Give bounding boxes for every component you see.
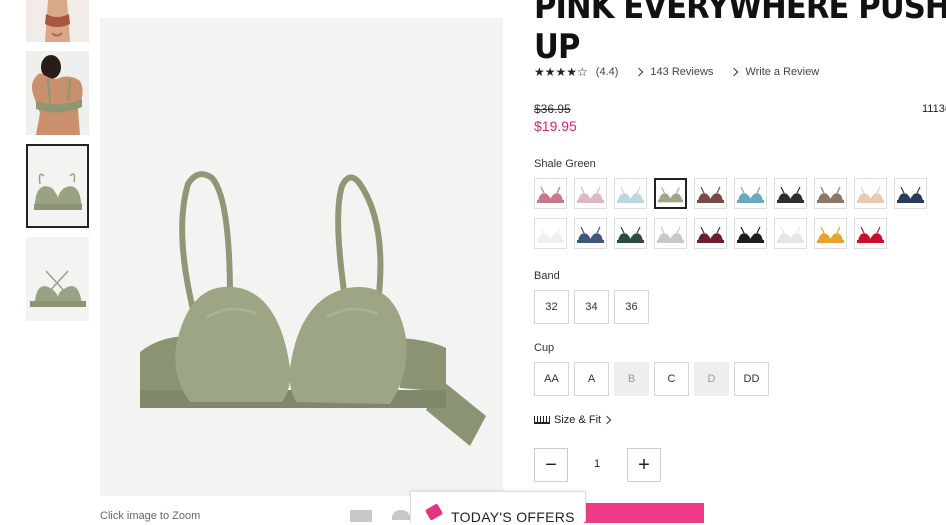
color-swatch[interactable] bbox=[734, 218, 767, 249]
color-swatch[interactable] bbox=[894, 178, 927, 209]
color-swatch[interactable] bbox=[614, 178, 647, 209]
thumbnail-product-front[interactable] bbox=[26, 144, 89, 228]
add-to-bag-button[interactable] bbox=[584, 503, 704, 523]
sale-price: $19.95 bbox=[534, 118, 577, 134]
todays-offers-label: TODAY'S OFFERS bbox=[451, 509, 575, 525]
color-swatch[interactable] bbox=[814, 218, 847, 249]
bra-swatch-image bbox=[575, 219, 606, 248]
color-swatch[interactable] bbox=[774, 218, 807, 249]
thumbnail-model-front[interactable] bbox=[26, 0, 89, 42]
bra-swatch-image bbox=[615, 179, 646, 208]
rating-stars-icon: ★★★★☆ bbox=[534, 65, 588, 79]
band-option-32[interactable]: 32 bbox=[534, 290, 569, 324]
color-swatch[interactable] bbox=[774, 178, 807, 209]
color-swatch[interactable] bbox=[574, 178, 607, 209]
product-front-image bbox=[28, 146, 87, 226]
color-swatch[interactable] bbox=[854, 178, 887, 209]
bra-swatch-image bbox=[655, 219, 686, 248]
bra-product-image bbox=[100, 18, 503, 496]
thumbnail-model-back[interactable] bbox=[26, 51, 89, 135]
cup-option-d[interactable]: D bbox=[694, 362, 729, 396]
color-label: Shale Green bbox=[534, 158, 596, 170]
color-swatch[interactable] bbox=[694, 178, 727, 209]
bra-swatch-image bbox=[575, 179, 606, 208]
chevron-right-icon bbox=[602, 415, 612, 425]
bra-swatch-image bbox=[735, 179, 766, 208]
cup-option-c[interactable]: C bbox=[654, 362, 689, 396]
facebook-icon[interactable] bbox=[350, 510, 372, 522]
cup-option-dd[interactable]: DD bbox=[734, 362, 769, 396]
rating-value: (4.4) bbox=[595, 66, 619, 78]
bra-swatch-image bbox=[855, 179, 886, 208]
bra-swatch-image bbox=[735, 219, 766, 248]
zoom-hint-label: Click image to Zoom bbox=[100, 510, 201, 522]
item-number: 11136 bbox=[922, 103, 946, 115]
size-fit-link[interactable]: Size & Fit bbox=[534, 414, 612, 426]
reviews-link[interactable]: 143 Reviews bbox=[635, 66, 714, 78]
color-swatch[interactable] bbox=[534, 218, 567, 249]
chevron-right-icon bbox=[635, 67, 644, 77]
model-back-image bbox=[26, 51, 89, 135]
tag-icon bbox=[424, 503, 444, 521]
color-swatch[interactable] bbox=[814, 178, 847, 209]
bra-swatch-image bbox=[695, 219, 726, 248]
color-swatch[interactable] bbox=[574, 218, 607, 249]
write-review-link[interactable]: Write a Review bbox=[730, 66, 820, 78]
size-fit-label: Size & Fit bbox=[554, 414, 602, 426]
twitter-icon[interactable] bbox=[392, 510, 410, 520]
product-title-line1: PINK EVERYWHERE PUSH bbox=[534, 0, 946, 27]
product-title-line2: UP bbox=[534, 27, 580, 67]
model-front-image bbox=[26, 0, 89, 42]
bra-swatch-image bbox=[815, 219, 846, 248]
cup-option-a[interactable]: A bbox=[574, 362, 609, 396]
bra-swatch-image bbox=[815, 179, 846, 208]
zoom-hint: Click image to Zoom bbox=[100, 510, 200, 522]
todays-offers-tab[interactable]: TODAY'S OFFERS bbox=[410, 491, 586, 525]
bra-swatch-image bbox=[895, 179, 926, 208]
band-option-34[interactable]: 34 bbox=[574, 290, 609, 324]
product-back-image bbox=[26, 237, 89, 321]
bra-swatch-image bbox=[775, 179, 806, 208]
bra-swatch-image bbox=[656, 180, 685, 207]
band-label: Band bbox=[534, 270, 560, 282]
reviews-link-label: 143 Reviews bbox=[650, 66, 714, 78]
cup-label: Cup bbox=[534, 342, 555, 354]
color-swatch[interactable] bbox=[614, 218, 647, 249]
color-swatch[interactable] bbox=[734, 178, 767, 209]
ruler-icon bbox=[534, 416, 550, 424]
bra-swatch-image bbox=[775, 219, 806, 248]
thumbnail-product-back[interactable] bbox=[26, 237, 89, 321]
color-swatch[interactable] bbox=[854, 218, 887, 249]
quantity-value[interactable]: 1 bbox=[586, 458, 608, 470]
color-swatch[interactable] bbox=[654, 178, 687, 209]
cup-option-aa[interactable]: AA bbox=[534, 362, 569, 396]
band-option-36[interactable]: 36 bbox=[614, 290, 649, 324]
color-swatch[interactable] bbox=[654, 218, 687, 249]
bra-swatch-image bbox=[535, 219, 566, 248]
color-swatch[interactable] bbox=[534, 178, 567, 209]
color-swatch[interactable] bbox=[694, 218, 727, 249]
quantity-decrease-button[interactable]: − bbox=[534, 448, 568, 482]
chevron-right-icon bbox=[730, 67, 739, 77]
main-product-image[interactable] bbox=[100, 18, 503, 496]
product-title: PINK EVERYWHERE PUSH UP bbox=[534, 0, 946, 67]
cup-option-b[interactable]: B bbox=[614, 362, 649, 396]
rating-row: ★★★★☆ (4.4) 143 Reviews Write a Review bbox=[534, 64, 819, 80]
write-review-label: Write a Review bbox=[745, 66, 820, 78]
bra-swatch-image bbox=[615, 219, 646, 248]
bra-swatch-image bbox=[695, 179, 726, 208]
quantity-increase-button[interactable]: + bbox=[627, 448, 661, 482]
original-price: $36.95 bbox=[534, 102, 571, 116]
bra-swatch-image bbox=[855, 219, 886, 248]
bra-swatch-image bbox=[535, 179, 566, 208]
